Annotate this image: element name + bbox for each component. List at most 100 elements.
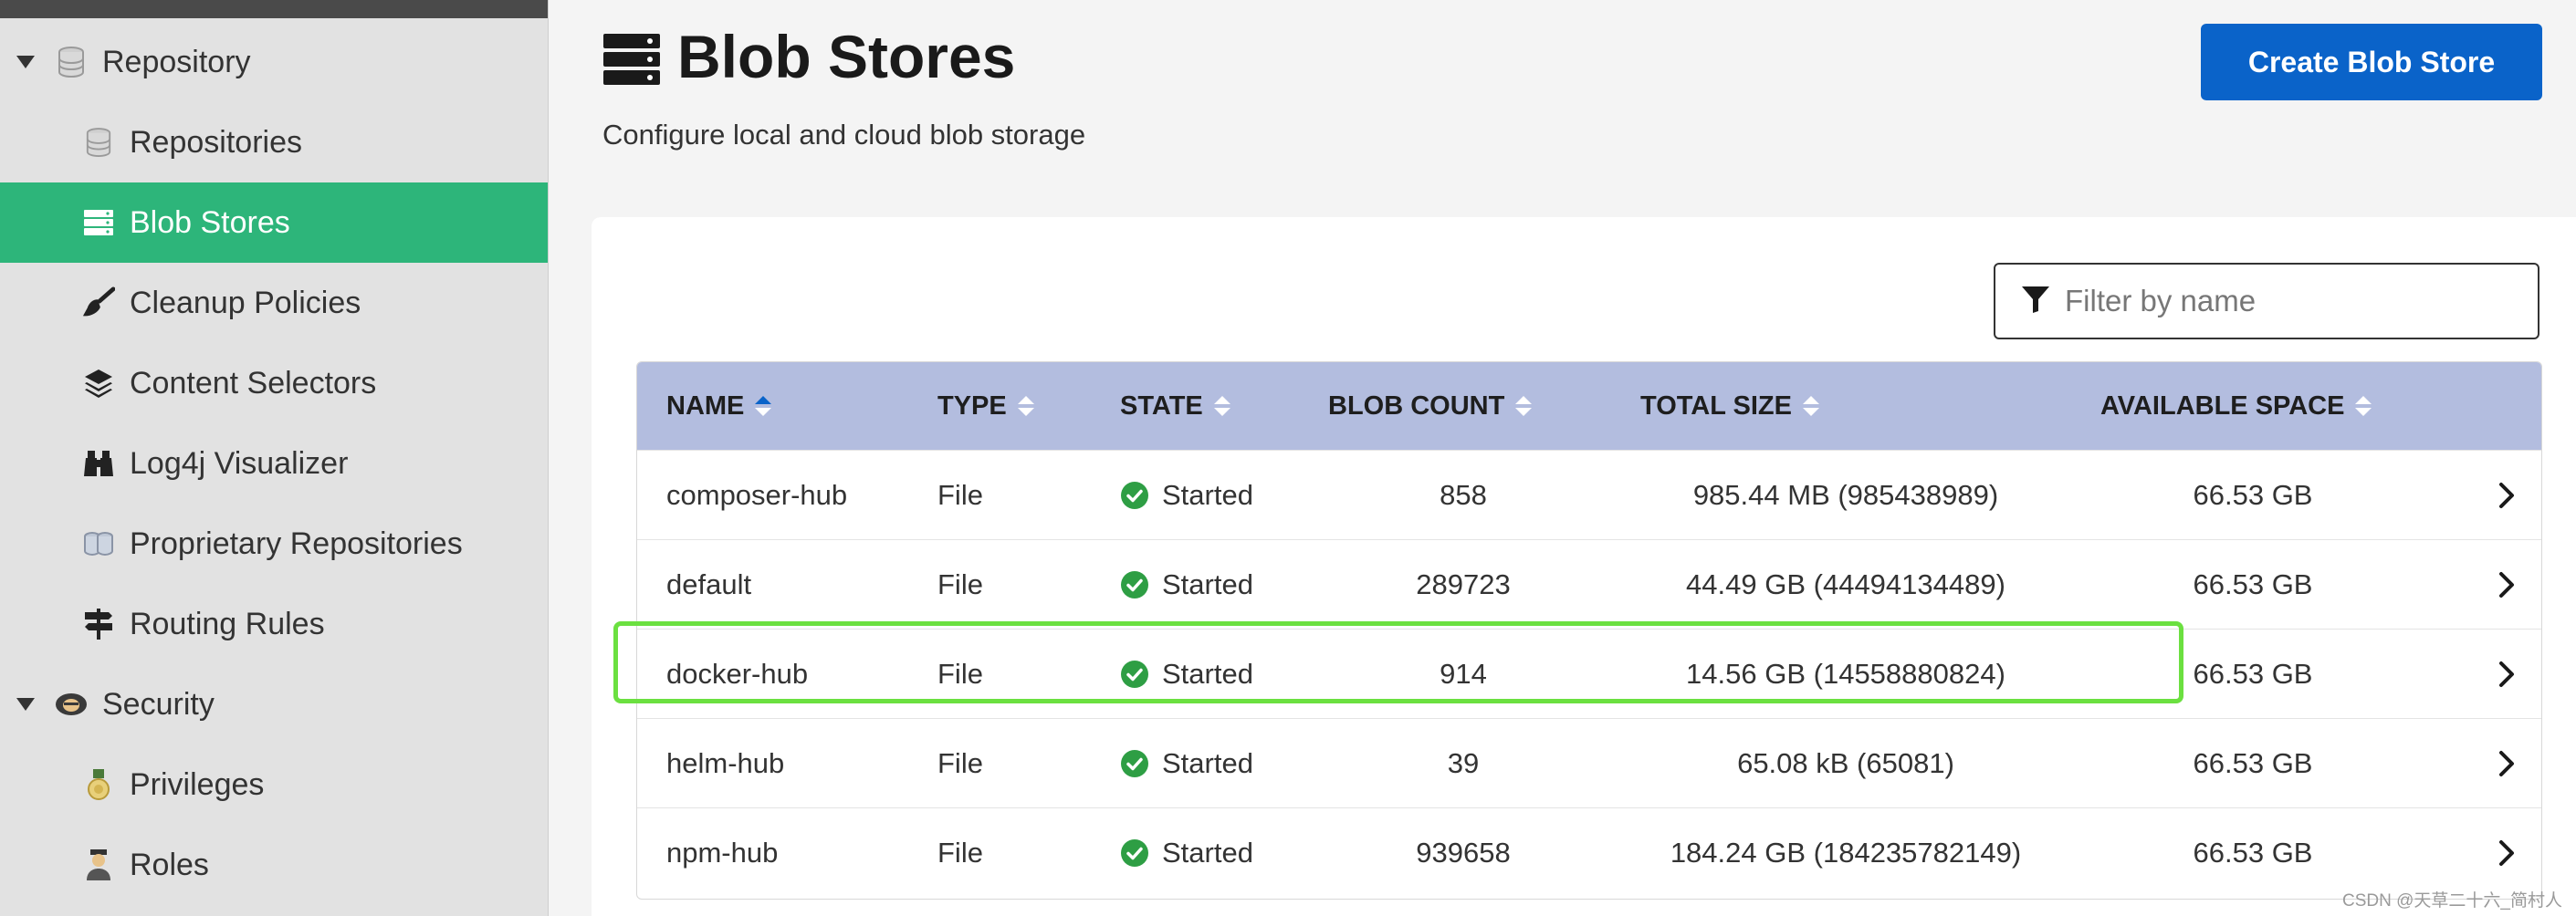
table-row[interactable]: composer-hub File Started 858 985.44 MB … — [637, 450, 2541, 540]
cell-total-size: 14.56 GB (14558880824) — [1686, 658, 2005, 690]
sort-icon[interactable] — [1802, 396, 1819, 416]
caret-down-icon[interactable] — [16, 56, 35, 68]
sidebar-item-label: Security — [102, 686, 215, 722]
create-blob-store-button[interactable]: Create Blob Store — [2201, 24, 2542, 100]
chevron-right-icon[interactable] — [2496, 540, 2518, 630]
sort-icon[interactable] — [1017, 396, 1034, 416]
sidebar-item-label: Repository — [102, 44, 251, 79]
filter-icon — [2021, 285, 2050, 318]
sidebar-item-routing-rules[interactable]: Routing Rules — [0, 584, 548, 664]
sidebar-item-label: Log4j Visualizer — [130, 445, 349, 481]
column-header-state[interactable]: STATE — [1120, 362, 1230, 450]
column-header-label: STATE — [1120, 390, 1203, 421]
column-header-name[interactable]: NAME — [666, 362, 772, 450]
sidebar-item-repository[interactable]: Repository — [0, 22, 548, 102]
column-header-label: TOTAL SIZE — [1640, 390, 1792, 421]
status-text: Started — [1162, 658, 1253, 690]
column-header-blob-count[interactable]: BLOB COUNT — [1328, 362, 1533, 450]
sidebar-item-content-selectors[interactable]: Content Selectors — [0, 343, 548, 423]
check-circle-icon — [1121, 750, 1148, 777]
filter-input[interactable] — [2063, 283, 2505, 319]
cell-state: Started — [1120, 630, 1253, 719]
sidebar-item-label: Cleanup Policies — [130, 285, 361, 320]
column-header-label: TYPE — [937, 390, 1007, 421]
sidebar-item-label: Routing Rules — [130, 606, 325, 641]
sort-icon[interactable] — [1213, 396, 1230, 416]
check-circle-icon — [1121, 482, 1148, 509]
cell-blob-count: 939658 — [1416, 837, 1511, 869]
signpost-icon — [82, 608, 115, 640]
status-text: Started — [1162, 568, 1253, 600]
broom-icon — [82, 286, 115, 319]
medal-icon — [82, 768, 115, 801]
column-header-total-size[interactable]: TOTAL SIZE — [1640, 362, 1819, 450]
sidebar-item-privileges[interactable]: Privileges — [0, 744, 548, 825]
table-row[interactable]: default File Started 289723 44.49 GB (44… — [637, 539, 2541, 630]
cell-available-space: 66.53 GB — [2193, 568, 2313, 600]
cell-total-size: 65.08 kB (65081) — [1737, 747, 1954, 779]
cell-available-space: 66.53 GB — [2193, 658, 2313, 690]
sidebar-item-label: Content Selectors — [130, 365, 377, 401]
sidebar-item-security[interactable]: Security — [0, 664, 548, 744]
chevron-right-icon[interactable] — [2496, 630, 2518, 719]
page-subtitle: Configure local and cloud blob storage — [602, 119, 1086, 151]
user-role-icon — [82, 848, 115, 881]
cell-total-size: 985.44 MB (985438989) — [1692, 479, 1999, 511]
sidebar-item-proprietary-repositories[interactable]: Proprietary Repositories — [0, 504, 548, 584]
cell-total-size: 184.24 GB (184235782149) — [1670, 837, 2022, 869]
cell-name: composer-hub — [666, 479, 848, 511]
status-text: Started — [1162, 837, 1253, 869]
caret-down-icon[interactable] — [16, 698, 35, 711]
cell-type: File — [937, 837, 983, 869]
check-circle-icon — [1121, 839, 1148, 867]
sidebar: Repository Repositories Blob Stores Clea… — [0, 0, 549, 916]
cell-type: File — [937, 479, 983, 511]
sidebar-item-label: Repositories — [130, 124, 302, 160]
table-row[interactable]: helm-hub File Started 39 65.08 kB (65081… — [637, 718, 2541, 808]
sidebar-top-bar — [0, 0, 548, 18]
database-icon — [55, 46, 88, 78]
chevron-right-icon[interactable] — [2496, 719, 2518, 808]
table-row[interactable]: npm-hub File Started 939658 184.24 GB (1… — [637, 807, 2541, 898]
security-icon — [55, 688, 88, 721]
cell-state: Started — [1120, 451, 1253, 540]
sidebar-item-label: Privileges — [130, 766, 265, 802]
sidebar-item-roles[interactable]: Roles — [0, 825, 548, 905]
cell-total-size: 44.49 GB (44494134489) — [1686, 568, 2005, 600]
filter-field[interactable] — [1994, 263, 2539, 339]
status-text: Started — [1162, 479, 1253, 511]
blob-stores-table: NAME TYPE STATE BLOB COUNT TOTAL SIZE AV… — [636, 361, 2542, 900]
sidebar-item-label: Proprietary Repositories — [130, 526, 463, 561]
cell-blob-count: 914 — [1440, 658, 1487, 690]
sort-icon[interactable] — [1515, 396, 1533, 416]
sort-ascending-icon[interactable] — [755, 396, 772, 416]
cell-type: File — [937, 568, 983, 600]
cell-blob-count: 858 — [1440, 479, 1487, 511]
check-circle-icon — [1121, 571, 1148, 599]
cell-state: Started — [1120, 540, 1253, 630]
chevron-right-icon[interactable] — [2496, 451, 2518, 540]
cell-blob-count: 39 — [1447, 747, 1480, 779]
table-header: NAME TYPE STATE BLOB COUNT TOTAL SIZE AV… — [637, 362, 2541, 450]
column-header-label: NAME — [666, 390, 745, 421]
cell-blob-count: 289723 — [1416, 568, 1511, 600]
check-circle-icon — [1121, 661, 1148, 688]
column-header-label: BLOB COUNT — [1328, 390, 1505, 421]
sidebar-item-label: Blob Stores — [130, 204, 290, 240]
sidebar-item-log4j-visualizer[interactable]: Log4j Visualizer — [0, 423, 548, 504]
cell-type: File — [937, 747, 983, 779]
column-header-available-space[interactable]: AVAILABLE SPACE — [2100, 362, 2372, 450]
binoculars-icon — [82, 447, 115, 480]
cell-state: Started — [1120, 808, 1253, 898]
database-icon — [82, 527, 115, 560]
cell-available-space: 66.53 GB — [2193, 747, 2313, 779]
table-row[interactable]: docker-hub File Started 914 14.56 GB (14… — [637, 629, 2541, 719]
sidebar-item-blob-stores[interactable]: Blob Stores — [0, 182, 548, 263]
chevron-right-icon[interactable] — [2496, 808, 2518, 898]
cell-available-space: 66.53 GB — [2193, 479, 2313, 511]
sidebar-item-repositories[interactable]: Repositories — [0, 102, 548, 182]
sort-icon[interactable] — [2355, 396, 2372, 416]
sidebar-item-cleanup-policies[interactable]: Cleanup Policies — [0, 263, 548, 343]
column-header-type[interactable]: TYPE — [937, 362, 1034, 450]
database-icon — [82, 126, 115, 159]
